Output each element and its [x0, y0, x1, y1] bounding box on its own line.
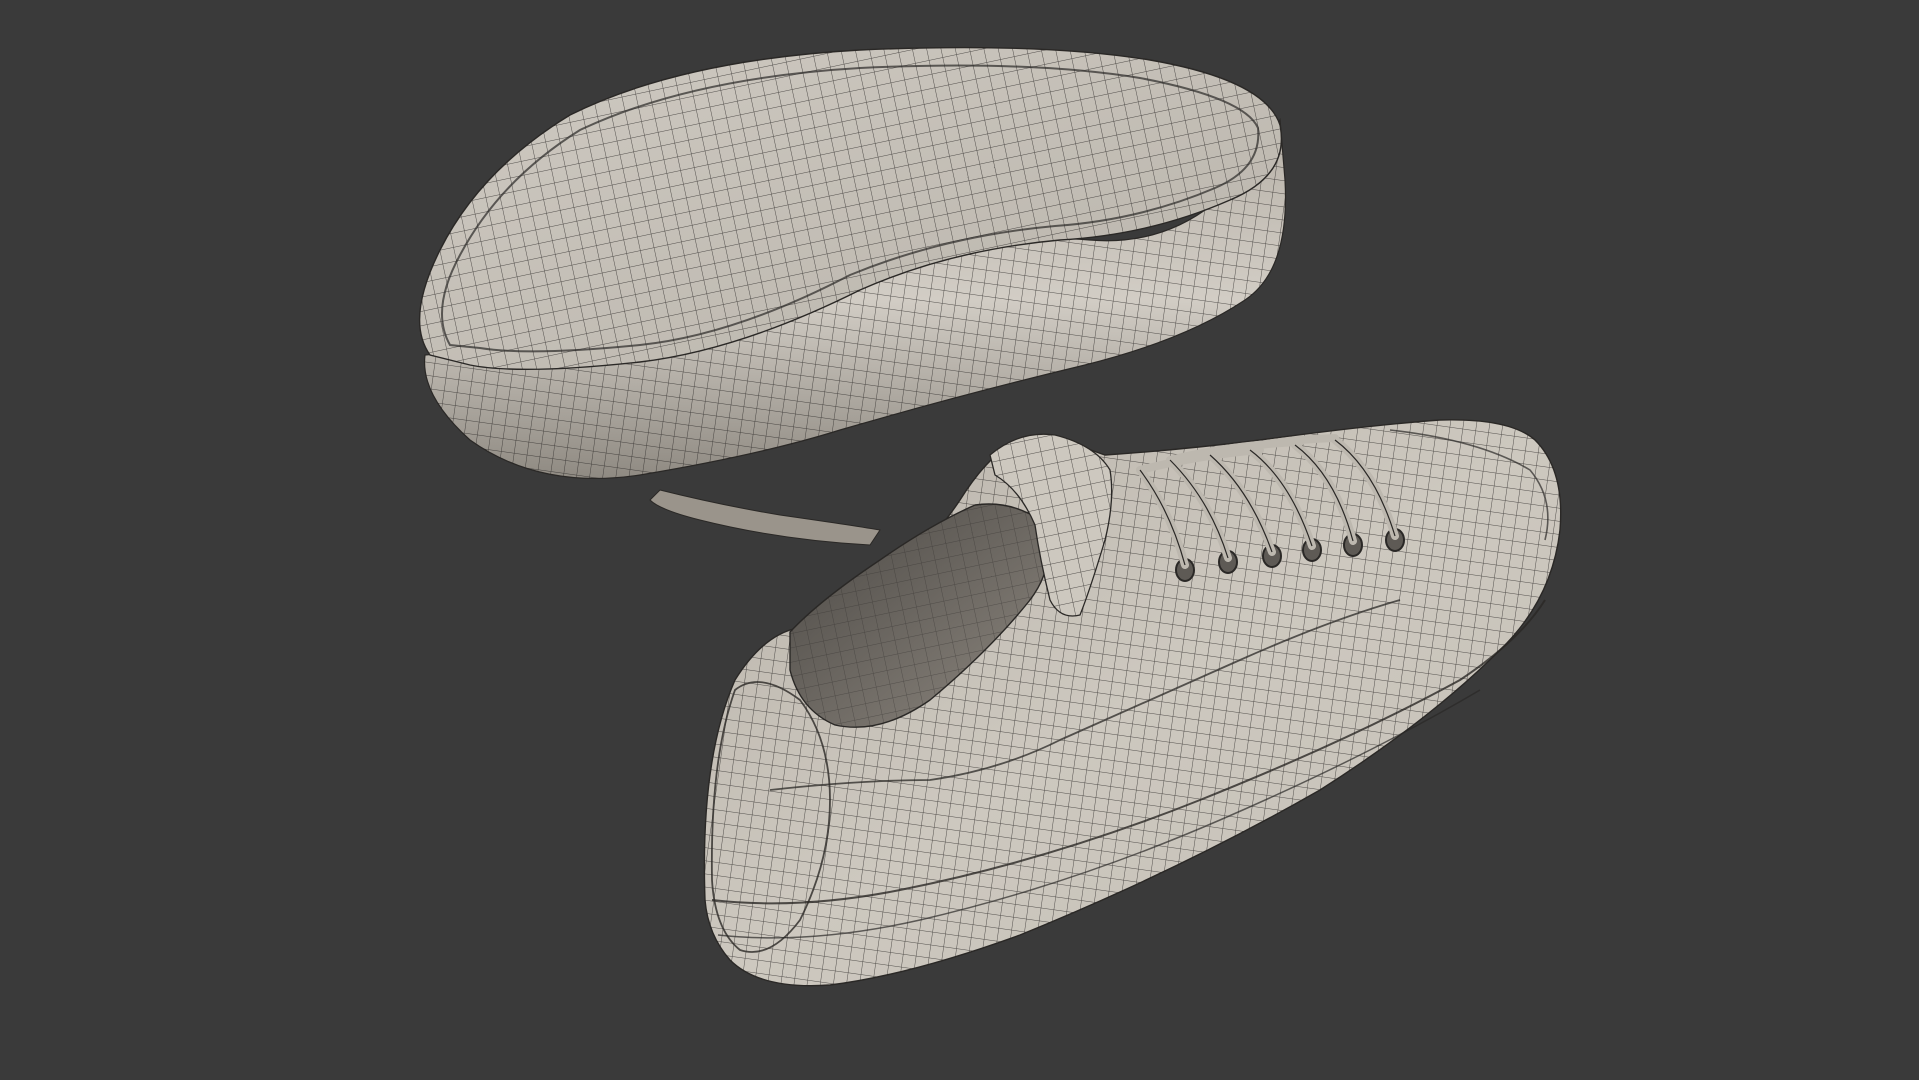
- sneaker-upright[interactable]: [703, 419, 1562, 987]
- lace-cluster-under: [649, 489, 881, 546]
- wireframe-render: [418, 46, 1562, 987]
- 3d-viewport[interactable]: [0, 0, 1919, 1080]
